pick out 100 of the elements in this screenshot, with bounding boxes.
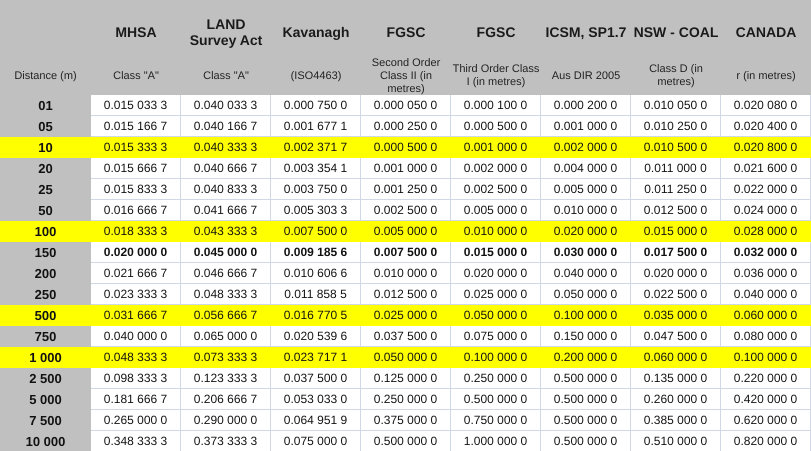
table-cell: 0.373 333 3 — [181, 431, 271, 451]
table-cell: 0.064 951 9 — [271, 410, 361, 431]
column-title: MHSA — [114, 22, 158, 42]
column-subtitle: Class "A" — [202, 68, 250, 84]
table-cell: 0.002 500 0 — [451, 179, 541, 200]
table-cell: 0.041 666 7 — [181, 200, 271, 221]
table-cell: 0.500 000 0 — [541, 410, 631, 431]
table-cell: 0.022 500 0 — [631, 284, 721, 305]
row-header: 100 — [0, 221, 91, 242]
table-cell: 0.250 000 0 — [451, 368, 541, 389]
table-cell: 0.010 606 6 — [271, 263, 361, 284]
table-cell: 0.004 000 0 — [541, 158, 631, 179]
table-cell: 0.022 000 0 — [721, 179, 811, 200]
table-cell: 0.048 333 3 — [91, 347, 181, 368]
table-cell: 0.046 666 7 — [181, 263, 271, 284]
table-cell: 0.010 000 0 — [451, 221, 541, 242]
column-subtitle: Distance (m) — [13, 68, 78, 84]
table-cell: 0.020 539 6 — [271, 326, 361, 347]
table-cell: 0.075 000 0 — [271, 431, 361, 451]
table-cell: 0.001 677 1 — [271, 116, 361, 137]
table-cell: 0.040 033 3 — [181, 95, 271, 116]
table-cell: 0.060 000 0 — [721, 305, 811, 326]
table-cell: 0.015 000 0 — [631, 221, 721, 242]
table-cell: 0.050 000 0 — [451, 305, 541, 326]
table-cell: 0.000 500 0 — [451, 116, 541, 137]
table-cell: 0.073 333 3 — [181, 347, 271, 368]
table-cell: 0.020 400 0 — [721, 116, 811, 137]
column-title: FGSC — [386, 22, 426, 42]
table-cell: 0.015 033 3 — [91, 95, 181, 116]
table-cell: 0.001 000 0 — [451, 137, 541, 158]
column-subtitle: Second Order Class II (in metres) — [370, 57, 442, 95]
table-cell: 0.031 666 7 — [91, 305, 181, 326]
column-subtitle: Aus DIR 2005 — [550, 68, 622, 84]
table-cell: 0.020 000 0 — [451, 263, 541, 284]
column-subtitle: Class "A" — [112, 68, 160, 84]
table-cell: 0.020 800 0 — [721, 137, 811, 158]
row-header: 500 — [0, 305, 91, 326]
table-cell: 0.265 000 0 — [91, 410, 181, 431]
table-cell: 0.056 666 7 — [181, 305, 271, 326]
table-cell: 0.080 000 0 — [721, 326, 811, 347]
table-cell: 0.200 000 0 — [541, 347, 631, 368]
table-cell: 1.000 000 0 — [451, 431, 541, 451]
table-cell: 0.000 100 0 — [451, 95, 541, 116]
table-cell: 0.500 000 0 — [541, 389, 631, 410]
column-title: CANADA — [734, 22, 798, 42]
table-cell: 0.015 333 3 — [91, 137, 181, 158]
table-cell: 0.125 000 0 — [361, 368, 451, 389]
table-cell: 0.385 000 0 — [631, 410, 721, 431]
table-cell: 0.025 000 0 — [451, 284, 541, 305]
table-cell: 0.001 000 0 — [361, 158, 451, 179]
table-cell: 0.037 500 0 — [271, 368, 361, 389]
table-cell: 0.021 600 0 — [721, 158, 811, 179]
table-cell: 0.023 333 3 — [91, 284, 181, 305]
table-cell: 0.003 750 0 — [271, 179, 361, 200]
table-cell: 0.181 666 7 — [91, 389, 181, 410]
table-cell: 0.009 185 6 — [271, 242, 361, 263]
table-cell: 0.050 000 0 — [361, 347, 451, 368]
table-cell: 0.060 000 0 — [631, 347, 721, 368]
table-cell: 0.021 666 7 — [91, 263, 181, 284]
table-cell: 0.065 000 0 — [181, 326, 271, 347]
table-cell: 0.500 000 0 — [451, 389, 541, 410]
table-cell: 0.030 000 0 — [541, 242, 631, 263]
table-cell: 0.000 500 0 — [361, 137, 451, 158]
table-cell: 0.075 000 0 — [451, 326, 541, 347]
table-cell: 0.036 000 0 — [721, 263, 811, 284]
table-cell: 0.037 500 0 — [361, 326, 451, 347]
table-cell: 0.040 833 3 — [181, 179, 271, 200]
table-cell: 0.011 858 5 — [271, 284, 361, 305]
column-title: ICSM, SP1.7 — [544, 22, 628, 42]
table-cell: 0.820 000 0 — [721, 431, 811, 451]
table-cell: 0.047 500 0 — [631, 326, 721, 347]
table-cell: 0.010 500 0 — [631, 137, 721, 158]
table-cell: 0.005 303 3 — [271, 200, 361, 221]
table-cell: 0.028 000 0 — [721, 221, 811, 242]
table-cell: 0.260 000 0 — [631, 389, 721, 410]
column-title: NSW - COAL — [632, 22, 720, 42]
table-cell: 0.002 371 7 — [271, 137, 361, 158]
table-cell: 0.500 000 0 — [361, 431, 451, 451]
table-cell: 0.018 333 3 — [91, 221, 181, 242]
table-cell: 0.250 000 0 — [361, 389, 451, 410]
table-cell: 0.015 833 3 — [91, 179, 181, 200]
table-cell: 0.048 333 3 — [181, 284, 271, 305]
table-cell: 0.023 717 1 — [271, 347, 361, 368]
table-cell: 0.010 000 0 — [541, 200, 631, 221]
table-cell: 0.750 000 0 — [451, 410, 541, 431]
table-cell: 0.001 250 0 — [361, 179, 451, 200]
table-cell: 0.011 000 0 — [631, 158, 721, 179]
table-cell: 0.135 000 0 — [631, 368, 721, 389]
table-cell: 0.100 000 0 — [451, 347, 541, 368]
column-title: Kavanagh — [282, 22, 350, 42]
table-cell: 0.020 000 0 — [91, 242, 181, 263]
table-cell: 0.024 000 0 — [721, 200, 811, 221]
table-cell: 0.150 000 0 — [541, 326, 631, 347]
table-cell: 0.053 033 0 — [271, 389, 361, 410]
table-cell: 0.040 000 0 — [91, 326, 181, 347]
table-cell: 0.043 333 3 — [181, 221, 271, 242]
table-cell: 0.040 333 3 — [181, 137, 271, 158]
table-cell: 0.220 000 0 — [721, 368, 811, 389]
table-cell: 0.123 333 3 — [181, 368, 271, 389]
column-subtitle: (ISO4463) — [290, 68, 342, 84]
